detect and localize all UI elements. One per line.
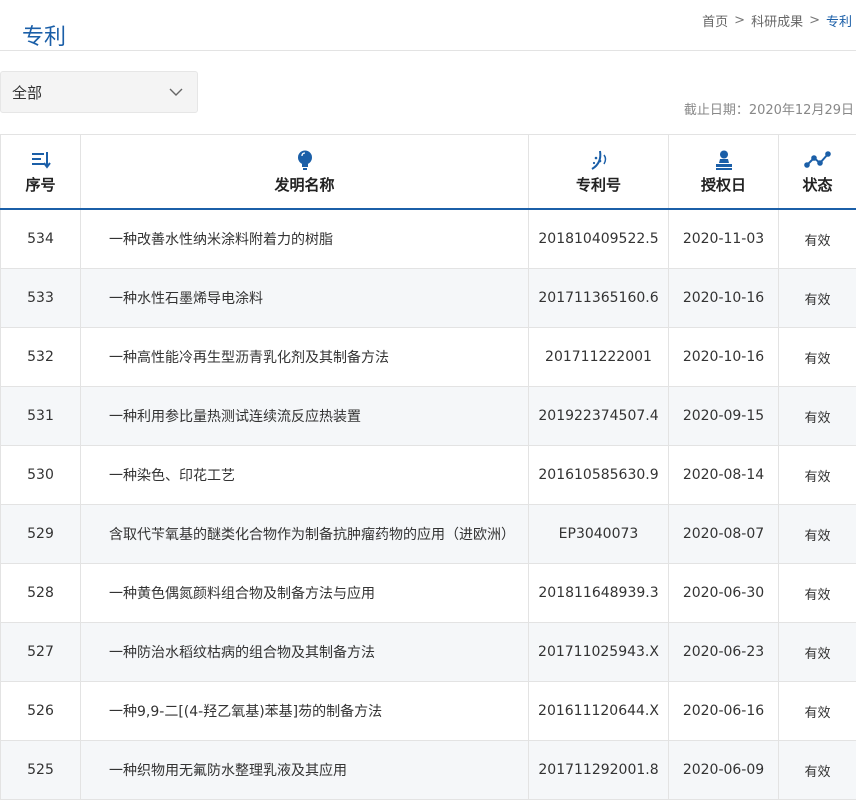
table-row[interactable]: 527 一种防治水稻纹枯病的组合物及其制备方法 201711025943.X 2… <box>0 622 856 682</box>
cell-name[interactable]: 一种9,9-二[(4-羟乙氧基)苯基]芴的制备方法 <box>80 681 529 741</box>
table-header-row: 序号 发明名称 专利号 授权日 状态 <box>0 134 856 210</box>
breadcrumb-separator: > <box>809 13 820 28</box>
cell-patent-no: 201922374507.4 <box>528 386 669 446</box>
lightbulb-icon <box>81 149 528 171</box>
cell-patent-no: 201711025943.X <box>528 622 669 682</box>
cell-patent-no: 201811648939.3 <box>528 563 669 623</box>
header-divider <box>0 50 856 51</box>
cell-name[interactable]: 一种水性石墨烯导电涂料 <box>80 268 529 328</box>
column-header-name[interactable]: 发明名称 <box>80 134 529 210</box>
cell-index: 527 <box>0 622 81 682</box>
sort-list-icon <box>1 149 80 171</box>
cell-grant-date: 2020-11-03 <box>668 208 779 269</box>
cell-status: 有效 <box>778 563 856 623</box>
column-header-index[interactable]: 序号 <box>0 134 81 210</box>
patent-table: 序号 发明名称 专利号 授权日 状态 534 一种改善水性纳米涂料附着力的树脂 … <box>0 134 856 800</box>
chevron-down-icon <box>169 88 183 96</box>
cell-status: 有效 <box>778 208 856 269</box>
breadcrumb-current: 专利 <box>825 15 852 30</box>
cell-index: 531 <box>0 386 81 446</box>
cell-grant-date: 2020-09-15 <box>668 386 779 446</box>
cell-status: 有效 <box>778 445 856 505</box>
table-row[interactable]: 526 一种9,9-二[(4-羟乙氧基)苯基]芴的制备方法 2016111206… <box>0 681 856 741</box>
cell-status: 有效 <box>778 268 856 328</box>
cell-status: 有效 <box>778 386 856 446</box>
table-row[interactable]: 532 一种高性能冷再生型沥青乳化剂及其制备方法 201711222001 20… <box>0 327 856 387</box>
deadline-text: 截止日期：2020年12月29日 <box>683 103 854 118</box>
cell-grant-date: 2020-06-23 <box>668 622 779 682</box>
breadcrumb-research[interactable]: 科研成果 <box>751 11 803 30</box>
column-header-label: 状态 <box>802 175 833 194</box>
table-row[interactable]: 529 含取代苄氧基的醚类化合物作为制备抗肿瘤药物的应用（进欧洲） EP3040… <box>0 504 856 564</box>
cell-patent-no: 201711365160.6 <box>528 268 669 328</box>
cell-grant-date: 2020-08-07 <box>668 504 779 564</box>
cell-patent-no: 201610585630.9 <box>528 445 669 505</box>
column-header-grant-date[interactable]: 授权日 <box>668 134 779 210</box>
cell-name[interactable]: 一种高性能冷再生型沥青乳化剂及其制备方法 <box>80 327 529 387</box>
stamp-icon <box>669 149 778 171</box>
cell-status: 有效 <box>778 740 856 800</box>
breadcrumb-home[interactable]: 首页 <box>702 11 728 30</box>
page-title: 专利 <box>22 24 67 50</box>
table-row[interactable]: 534 一种改善水性纳米涂料附着力的树脂 201810409522.5 2020… <box>0 208 856 269</box>
table-row[interactable]: 525 一种织物用无氟防水整理乳液及其应用 201711292001.8 202… <box>0 740 856 800</box>
cell-grant-date: 2020-06-30 <box>668 563 779 623</box>
cell-index: 530 <box>0 445 81 505</box>
cell-grant-date: 2020-06-09 <box>668 740 779 800</box>
cell-grant-date: 2020-10-16 <box>668 268 779 328</box>
cell-status: 有效 <box>778 681 856 741</box>
cell-grant-date: 2020-10-16 <box>668 327 779 387</box>
cell-patent-no: 201611120644.X <box>528 681 669 741</box>
cell-index: 525 <box>0 740 81 800</box>
cell-name[interactable]: 一种利用参比量热测试连续流反应热装置 <box>80 386 529 446</box>
breadcrumb: 首页 > 科研成果 > 专利 <box>702 11 852 30</box>
cell-status: 有效 <box>778 622 856 682</box>
cell-name[interactable]: 一种防治水稻纹枯病的组合物及其制备方法 <box>80 622 529 682</box>
category-filter-value: 全部 <box>12 83 43 102</box>
cell-patent-no: 201711222001 <box>528 327 669 387</box>
cell-index: 532 <box>0 327 81 387</box>
cell-grant-date: 2020-06-16 <box>668 681 779 741</box>
cell-name[interactable]: 含取代苄氧基的醚类化合物作为制备抗肿瘤药物的应用（进欧洲） <box>80 504 529 564</box>
column-header-label: 授权日 <box>700 175 746 194</box>
cell-index: 529 <box>0 504 81 564</box>
table-row[interactable]: 531 一种利用参比量热测试连续流反应热装置 201922374507.4 20… <box>0 386 856 446</box>
status-network-icon <box>779 149 856 171</box>
column-header-status[interactable]: 状态 <box>778 134 856 210</box>
column-header-patent-no[interactable]: 专利号 <box>528 134 669 210</box>
table-row[interactable]: 533 一种水性石墨烯导电涂料 201711365160.6 2020-10-1… <box>0 268 856 328</box>
cell-patent-no: 201711292001.8 <box>528 740 669 800</box>
table-row[interactable]: 528 一种黄色偶氮颜料组合物及制备方法与应用 201811648939.3 2… <box>0 563 856 623</box>
cell-grant-date: 2020-08-14 <box>668 445 779 505</box>
column-header-label: 专利号 <box>575 175 621 194</box>
cell-index: 534 <box>0 208 81 269</box>
cell-name[interactable]: 一种染色、印花工艺 <box>80 445 529 505</box>
cell-patent-no: 201810409522.5 <box>528 208 669 269</box>
cell-index: 526 <box>0 681 81 741</box>
cell-patent-no: EP3040073 <box>528 504 669 564</box>
cell-status: 有效 <box>778 327 856 387</box>
cell-status: 有效 <box>778 504 856 564</box>
cell-index: 533 <box>0 268 81 328</box>
category-filter-select[interactable]: 全部 <box>0 71 198 113</box>
column-header-label: 序号 <box>25 175 56 194</box>
cell-index: 528 <box>0 563 81 623</box>
cell-name[interactable]: 一种织物用无氟防水整理乳液及其应用 <box>80 740 529 800</box>
breadcrumb-separator: > <box>734 13 746 28</box>
table-row[interactable]: 530 一种染色、印花工艺 201610585630.9 2020-08-14 … <box>0 445 856 505</box>
column-header-label: 发明名称 <box>274 175 335 194</box>
cell-name[interactable]: 一种改善水性纳米涂料附着力的树脂 <box>80 208 529 269</box>
cell-name[interactable]: 一种黄色偶氮颜料组合物及制备方法与应用 <box>80 563 529 623</box>
patent-signal-icon <box>529 149 668 171</box>
